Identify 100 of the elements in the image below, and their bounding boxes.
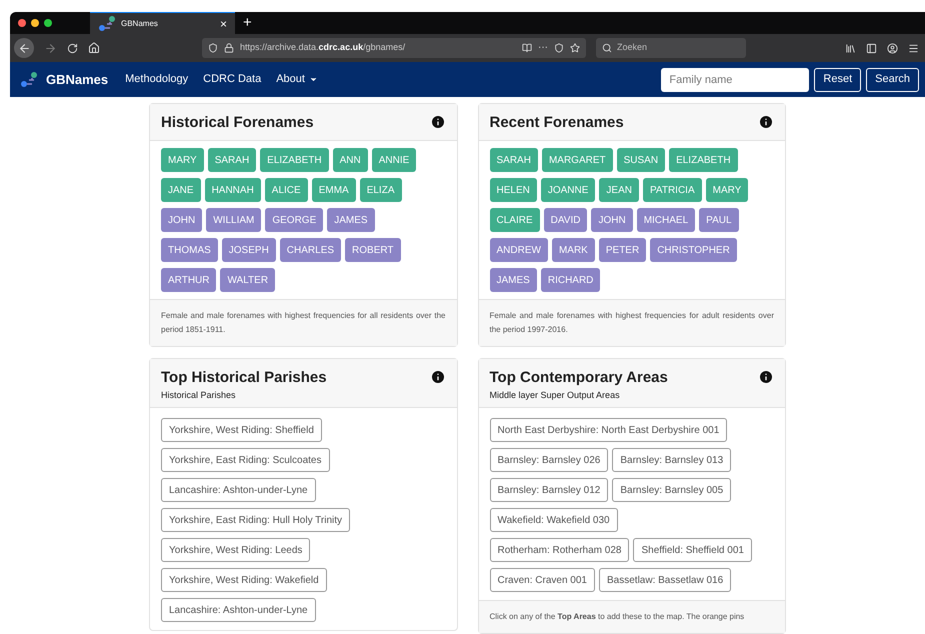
card-description: Female and male forenames with highest frequencies for adult residents over the period 1997-2016. (490, 310, 774, 336)
url-bar[interactable]: https://archive.data.cdrc.ac.uk/gbnames/ ··· (202, 38, 586, 58)
place-button[interactable]: Barnsley: Barnsley 012 (490, 478, 608, 502)
more-button[interactable]: ··· (538, 43, 548, 53)
name-button[interactable]: ELIZA (360, 178, 402, 202)
info-icon[interactable] (430, 114, 446, 130)
name-button[interactable]: EMMA (312, 178, 356, 202)
search-icon (602, 43, 612, 53)
name-button[interactable]: WILLIAM (206, 208, 262, 232)
name-button[interactable]: HELEN (490, 178, 537, 202)
info-icon[interactable] (758, 114, 774, 130)
name-button[interactable]: JOANNE (540, 178, 596, 202)
browser-tab[interactable]: GBNames × (90, 12, 235, 34)
logo-icon (98, 14, 116, 32)
name-button[interactable]: PATRICIA (642, 178, 702, 202)
info-icon[interactable] (430, 369, 446, 385)
card-description: Female and male forenames with highest frequencies for all residents over the period 1851-1911. (161, 310, 446, 336)
place-button[interactable]: Barnsley: Barnsley 026 (490, 448, 608, 472)
name-button[interactable]: MARY (161, 148, 204, 172)
name-button[interactable]: CLAIRE (490, 208, 540, 232)
card-title: Historical Forenames (161, 113, 314, 133)
name-button[interactable]: ANDREW (490, 238, 548, 262)
name-button[interactable]: SUSAN (616, 148, 666, 172)
place-button[interactable]: Yorkshire, West Riding: Wakefield (161, 568, 327, 592)
place-button[interactable]: North East Derbyshire: North East Derbyshire 001 (490, 418, 728, 442)
place-button[interactable]: Yorkshire, West Riding: Leeds (161, 538, 310, 562)
name-button[interactable]: ALICE (264, 178, 308, 202)
name-button[interactable]: ANNIE (372, 148, 416, 172)
tab-title: GBNames (121, 18, 159, 30)
new-tab-button[interactable]: + (243, 12, 252, 34)
menu-icon[interactable] (908, 42, 919, 54)
place-button[interactable]: Wakefield: Wakefield 030 (490, 508, 618, 532)
name-button[interactable]: WALTER (220, 268, 276, 292)
name-button[interactable]: ARTHUR (161, 268, 216, 292)
logo-icon (20, 70, 38, 88)
name-button[interactable]: DAVID (544, 208, 588, 232)
card-title: Top Contemporary Areas (490, 368, 668, 388)
account-icon[interactable] (887, 42, 898, 54)
back-button[interactable] (14, 38, 34, 58)
name-button[interactable]: ELIZABETH (260, 148, 329, 172)
bookmark-star-icon[interactable] (570, 43, 580, 53)
name-button[interactable]: ELIZABETH (669, 148, 738, 172)
name-button[interactable]: GEORGE (265, 208, 324, 232)
place-button[interactable]: Lancashire: Ashton-under-Lyne (161, 478, 316, 502)
place-button[interactable]: Yorkshire, East Riding: Sculcoates (161, 448, 330, 472)
card-subtitle: Middle layer Super Output Areas (490, 389, 621, 401)
name-button[interactable]: CHRISTOPHER (650, 238, 737, 262)
name-button[interactable]: CHARLES (280, 238, 342, 262)
name-button[interactable]: MARGARET (542, 148, 613, 172)
forward-icon[interactable] (44, 42, 57, 54)
name-button[interactable]: SARAH (490, 148, 538, 172)
pocket-icon[interactable] (554, 43, 564, 53)
name-button[interactable]: PAUL (699, 208, 739, 232)
search-bar[interactable]: Zoeken (596, 38, 746, 58)
nav-link[interactable]: About (276, 71, 318, 88)
place-button[interactable]: Barnsley: Barnsley 013 (612, 448, 732, 472)
place-button[interactable]: Lancashire: Ashton-under-Lyne (161, 598, 316, 622)
card-subtitle: Historical Parishes (161, 389, 237, 401)
name-button[interactable]: JANE (161, 178, 201, 202)
lock-icon (224, 43, 234, 53)
name-button[interactable]: MARK (552, 238, 595, 262)
card-title: Top Historical Parishes (161, 368, 327, 388)
place-button[interactable]: Rotherham: Rotherham 028 (490, 538, 630, 562)
nav-link[interactable]: CDRC Data (203, 71, 262, 88)
name-button[interactable]: MARY (706, 178, 748, 202)
name-button[interactable]: JOSEPH (222, 238, 276, 262)
name-button[interactable]: PETER (598, 238, 646, 262)
name-button[interactable]: HANNAH (204, 178, 261, 202)
nav-button[interactable]: Search (866, 68, 919, 92)
url-text: https://archive.data.cdrc.ac.uk/gbnames/ (240, 41, 406, 54)
info-icon[interactable] (758, 369, 774, 385)
name-button[interactable]: THOMAS (161, 238, 218, 262)
place-button[interactable]: Craven: Craven 001 (490, 568, 595, 592)
name-button[interactable]: ROBERT (345, 238, 401, 262)
sidebar-icon[interactable] (866, 42, 877, 54)
name-button[interactable]: JAMES (327, 208, 375, 232)
name-button[interactable]: JOHN (161, 208, 202, 232)
name-button[interactable]: MICHAEL (636, 208, 696, 232)
shield-icon (208, 43, 218, 53)
brand-link[interactable]: GBNames (46, 70, 108, 90)
library-icon[interactable] (845, 42, 856, 54)
nav-link[interactable]: Methodology (125, 71, 188, 88)
place-button[interactable]: Sheffield: Sheffield 001 (633, 538, 752, 562)
place-button[interactable]: Bassetlaw: Bassetlaw 016 (599, 568, 732, 592)
tab-close-button[interactable]: × (220, 14, 227, 32)
name-button[interactable]: JEAN (599, 178, 639, 202)
place-button[interactable]: Yorkshire, East Riding: Hull Holy Trinity (161, 508, 350, 532)
nav-button[interactable]: Reset (814, 68, 862, 92)
name-button[interactable]: SARAH (208, 148, 256, 172)
reader-icon[interactable] (522, 43, 532, 53)
family-name-field[interactable]: Family name (661, 68, 810, 92)
home-icon[interactable] (88, 42, 100, 54)
name-button[interactable]: RICHARD (540, 268, 600, 292)
name-button[interactable]: JAMES (490, 268, 537, 292)
card-title: Recent Forenames (490, 113, 624, 133)
place-button[interactable]: Barnsley: Barnsley 005 (612, 478, 732, 502)
name-button[interactable]: JOHN (591, 208, 633, 232)
reload-icon[interactable] (67, 42, 78, 54)
place-button[interactable]: Yorkshire, West Riding: Sheffield (161, 418, 322, 442)
name-button[interactable]: ANN (332, 148, 368, 172)
